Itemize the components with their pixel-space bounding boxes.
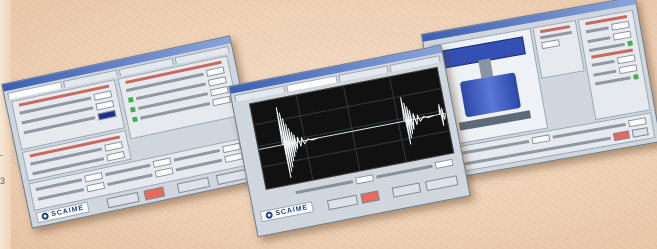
param-field[interactable] — [106, 150, 126, 162]
param-label — [585, 26, 609, 34]
press-side-panel — [532, 19, 585, 79]
param-label — [587, 36, 611, 44]
press-cylinder — [459, 72, 522, 118]
status-led — [633, 73, 639, 80]
scaime-logo-icon — [265, 211, 274, 220]
param-row — [541, 37, 574, 50]
scaime-logo: SCAIME — [259, 201, 315, 223]
param-field[interactable] — [221, 142, 242, 154]
logo-text: SCAIME — [50, 204, 85, 219]
param-field[interactable] — [627, 117, 647, 128]
param-field[interactable] — [152, 157, 172, 168]
param-field[interactable] — [83, 172, 103, 183]
param-field[interactable] — [104, 141, 124, 152]
param-field[interactable] — [95, 100, 115, 111]
scaime-logo-icon — [40, 212, 50, 221]
param-field[interactable] — [530, 134, 550, 145]
param-field[interactable] — [205, 66, 225, 77]
margin-glyph-top: - — [0, 150, 3, 160]
param-field[interactable] — [618, 64, 638, 75]
param-field[interactable] — [612, 30, 632, 41]
param-label — [591, 59, 615, 67]
param-field[interactable] — [97, 109, 117, 121]
status-led — [127, 96, 134, 103]
press-column — [478, 58, 494, 79]
param-field[interactable] — [85, 181, 105, 193]
param-field[interactable] — [224, 152, 244, 164]
param-field[interactable] — [207, 76, 227, 87]
action-button[interactable] — [326, 194, 359, 211]
margin-glyph-bottom: 3 — [0, 176, 6, 186]
action-button[interactable] — [425, 175, 459, 192]
param-field[interactable] — [616, 54, 636, 65]
param-label — [594, 76, 631, 86]
action-button[interactable] — [631, 127, 649, 138]
param-label — [593, 69, 617, 77]
param-field[interactable] — [354, 174, 374, 185]
param-field[interactable] — [610, 20, 630, 31]
stop-button[interactable] — [360, 190, 380, 204]
stop-button[interactable] — [612, 130, 631, 142]
action-button[interactable] — [391, 182, 422, 198]
stop-button[interactable] — [143, 186, 166, 201]
press-settings-panel — [577, 9, 651, 121]
param-field[interactable] — [434, 158, 454, 170]
param-field[interactable] — [93, 90, 113, 101]
param-field[interactable] — [209, 85, 229, 97]
status-led — [129, 106, 136, 113]
param-field[interactable] — [154, 167, 175, 178]
status-led — [627, 40, 633, 47]
param-field[interactable] — [541, 39, 561, 50]
param-field[interactable] — [212, 95, 232, 107]
status-led — [132, 116, 138, 123]
logo-text: SCAIME — [274, 204, 309, 218]
